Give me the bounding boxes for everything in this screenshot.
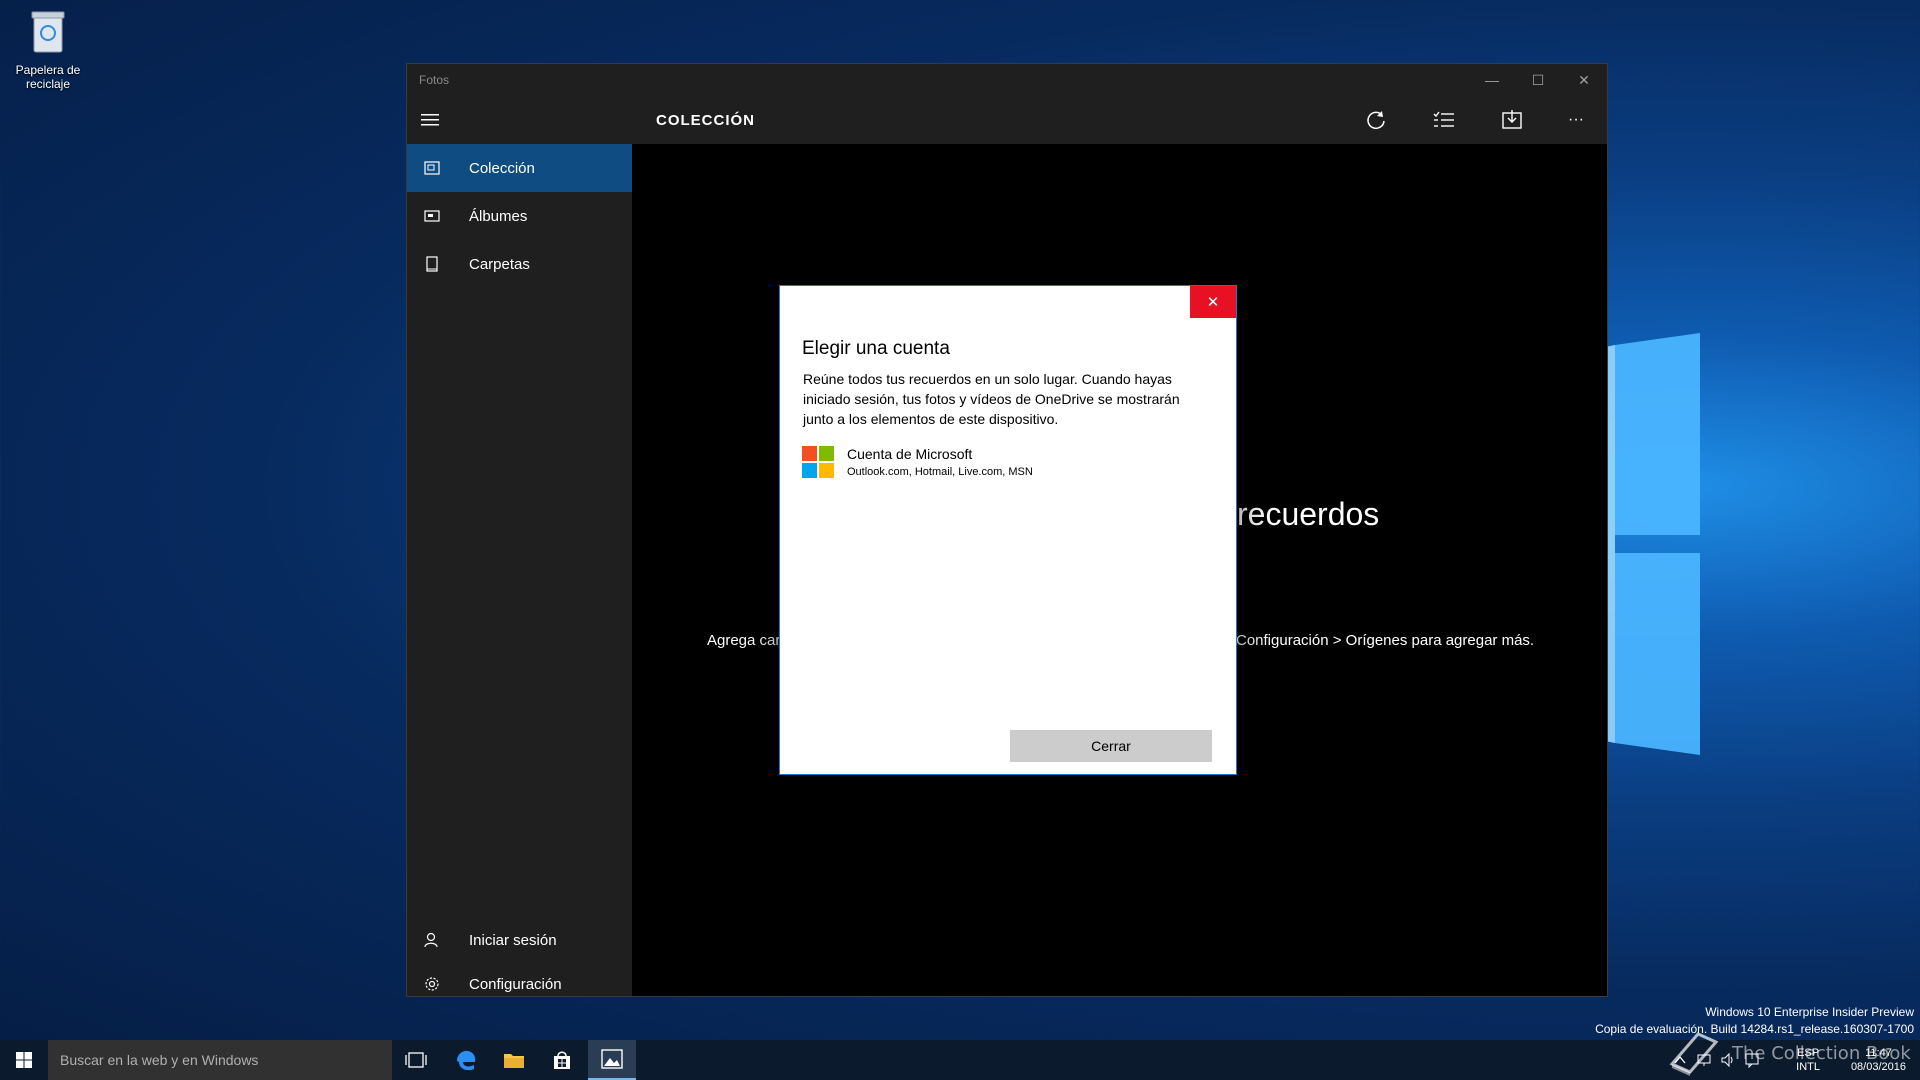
sidebar-item-label: Configuración bbox=[469, 975, 562, 993]
dialog-title: Elegir una cuenta bbox=[802, 338, 950, 359]
more-options-button[interactable]: ··· bbox=[1562, 106, 1590, 134]
store-button[interactable] bbox=[538, 1040, 586, 1080]
sidebar-item-label: Iniciar sesión bbox=[469, 931, 557, 949]
overlay-watermark-text: The Collection Book bbox=[1732, 1043, 1911, 1064]
close-dialog-button[interactable]: Cerrar bbox=[1010, 730, 1212, 762]
sidebar-item-configuracion[interactable]: Configuración bbox=[407, 964, 632, 1004]
task-view-button[interactable] bbox=[392, 1040, 440, 1080]
choose-account-dialog: ✕ Elegir una cuenta Reúne todos tus recu… bbox=[780, 286, 1236, 774]
store-icon bbox=[554, 1051, 570, 1069]
gear-icon bbox=[424, 976, 440, 992]
task-view-icon bbox=[405, 1052, 427, 1068]
recycle-bin-label: Papelera de reciclaje bbox=[15, 63, 81, 91]
taskbar: Buscar en la web y en Windows ESP INTL 1… bbox=[0, 1040, 1920, 1080]
albums-icon bbox=[424, 208, 440, 224]
close-window-button[interactable]: ✕ bbox=[1561, 64, 1607, 96]
sidebar-item-label: Colección bbox=[469, 159, 535, 177]
watermark-line-1: Windows 10 Enterprise Insider Preview bbox=[1705, 1005, 1914, 1019]
empty-heading-text: recuerdos bbox=[1237, 496, 1380, 532]
sidebar: Colección Álbumes Carpetas Iniciar sesió… bbox=[407, 96, 632, 996]
dialog-body-text: Reúne todos tus recuerdos en un solo lug… bbox=[803, 371, 1180, 427]
import-button[interactable] bbox=[1498, 106, 1526, 134]
windows-start-icon bbox=[16, 1052, 32, 1068]
watermark-line-2: Copia de evaluación. Build 14284.rs1_rel… bbox=[1595, 1022, 1914, 1036]
recycle-bin-icon bbox=[31, 11, 65, 53]
evaluation-watermark: Windows 10 Enterprise Insider Preview Co… bbox=[1595, 1004, 1914, 1038]
page-title: COLECCIÓN bbox=[656, 112, 755, 129]
collection-icon bbox=[424, 160, 440, 176]
window-title: Fotos bbox=[419, 73, 450, 87]
refresh-button[interactable] bbox=[1362, 106, 1390, 134]
maximize-button[interactable]: ☐ bbox=[1515, 64, 1561, 96]
command-bar: COLECCIÓN ··· bbox=[632, 96, 1607, 144]
select-button[interactable] bbox=[1430, 106, 1458, 134]
folders-icon bbox=[424, 256, 440, 272]
account-services: Outlook.com, Hotmail, Live.com, MSN bbox=[847, 466, 1033, 478]
microsoft-account-option[interactable]: Cuenta de Microsoft Outlook.com, Hotmail… bbox=[802, 444, 1202, 484]
empty-text-right: Configuración > Orígenes para agregar má… bbox=[1236, 632, 1535, 649]
folder-icon bbox=[504, 1054, 524, 1068]
edge-taskbar-button[interactable] bbox=[442, 1040, 490, 1080]
search-placeholder: Buscar en la web y en Windows bbox=[60, 1052, 259, 1068]
empty-text-left: Agrega car bbox=[707, 632, 781, 649]
sidebar-item-albumes[interactable]: Álbumes bbox=[407, 192, 632, 240]
windows-logo-wallpaper bbox=[1605, 333, 1700, 755]
book-logo-icon bbox=[1669, 1032, 1719, 1076]
photos-icon bbox=[601, 1049, 623, 1069]
select-icon bbox=[1433, 111, 1454, 127]
microsoft-logo-icon bbox=[802, 446, 834, 478]
sidebar-item-label: Álbumes bbox=[469, 207, 528, 225]
sidebar-item-carpetas[interactable]: Carpetas bbox=[407, 240, 632, 288]
sidebar-item-label: Carpetas bbox=[469, 255, 530, 273]
refresh-icon bbox=[1367, 111, 1385, 130]
person-icon bbox=[424, 932, 440, 948]
hamburger-menu-icon[interactable] bbox=[421, 112, 441, 128]
account-name: Cuenta de Microsoft bbox=[847, 446, 973, 462]
recycle-bin-shortcut[interactable]: Papelera de reciclaje bbox=[10, 8, 86, 91]
minimize-button[interactable]: — bbox=[1469, 64, 1515, 96]
sidebar-item-iniciar-sesion[interactable]: Iniciar sesión bbox=[407, 916, 632, 964]
dialog-close-button[interactable]: ✕ bbox=[1190, 286, 1236, 318]
photos-taskbar-button[interactable] bbox=[588, 1040, 636, 1080]
sidebar-item-coleccion[interactable]: Colección bbox=[407, 144, 632, 192]
edge-icon bbox=[457, 1050, 476, 1071]
taskbar-search-box[interactable]: Buscar en la web y en Windows bbox=[48, 1040, 392, 1080]
start-button[interactable] bbox=[0, 1040, 48, 1080]
import-icon bbox=[1502, 110, 1522, 129]
file-explorer-button[interactable] bbox=[490, 1040, 538, 1080]
title-bar[interactable]: Fotos — ☐ ✕ bbox=[407, 64, 1607, 96]
